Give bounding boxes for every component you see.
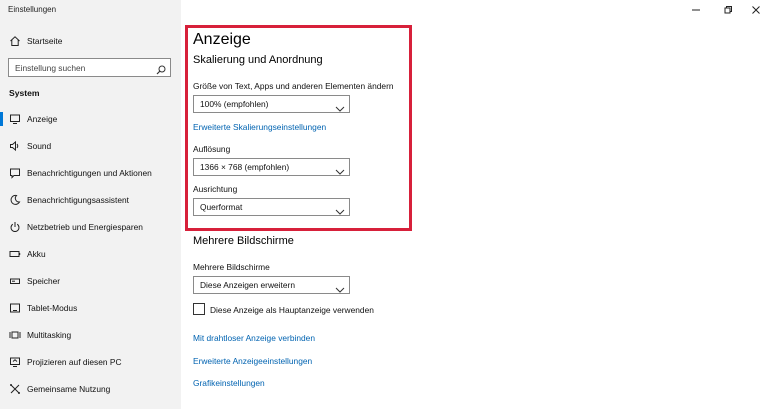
sidebar-item-focus-assist[interactable]: Benachrichtigungsassistent	[0, 189, 181, 211]
chevron-down-icon	[335, 100, 345, 118]
close-button[interactable]	[744, 3, 768, 17]
monitor-icon	[9, 113, 21, 125]
sidebar-item-sound[interactable]: Sound	[0, 135, 181, 157]
scaling-section-title: Skalierung und Anordnung	[193, 54, 323, 66]
main-display-checkbox[interactable]	[193, 303, 205, 315]
restore-icon	[723, 5, 733, 15]
multi-display-dropdown[interactable]: Diese Anzeigen erweitern	[193, 276, 350, 294]
orientation-value: Querformat	[200, 202, 243, 212]
multitasking-icon	[9, 329, 21, 341]
sidebar-item-label: Netzbetrieb und Energiesparen	[27, 222, 143, 232]
sidebar-item-tablet-mode[interactable]: Tablet-Modus	[0, 297, 181, 319]
speaker-icon	[9, 140, 21, 152]
multi-display-value: Diese Anzeigen erweitern	[200, 280, 295, 290]
multi-display-section-title: Mehrere Bildschirme	[193, 235, 294, 247]
sidebar-item-label: Anzeige	[27, 114, 58, 124]
resolution-value: 1366 × 768 (empfohlen)	[200, 162, 290, 172]
graphics-settings-link[interactable]: Grafikeinstellungen	[193, 378, 265, 388]
minimize-icon	[691, 5, 701, 15]
scale-value: 100% (empfohlen)	[200, 99, 269, 109]
scale-label: Größe von Text, Apps und anderen Element…	[193, 81, 394, 91]
sidebar-item-label: Multitasking	[27, 330, 72, 340]
sidebar: Einstellungen Startseite Einstellung suc…	[0, 0, 181, 409]
sidebar-item-home[interactable]: Startseite	[0, 30, 181, 52]
sidebar-item-label: Benachrichtigungsassistent	[27, 195, 129, 205]
sidebar-item-label: Speicher	[27, 276, 61, 286]
sidebar-item-power[interactable]: Netzbetrieb und Energiesparen	[0, 216, 181, 238]
sidebar-item-label: Projizieren auf diesen PC	[27, 357, 122, 367]
sidebar-item-multitasking[interactable]: Multitasking	[0, 324, 181, 346]
multi-display-label: Mehrere Bildschirme	[193, 262, 270, 272]
sidebar-item-label: Akku	[27, 249, 46, 259]
restore-button[interactable]	[716, 3, 740, 17]
advanced-scaling-link[interactable]: Erweiterte Skalierungseinstellungen	[193, 122, 326, 132]
project-icon	[9, 356, 21, 368]
sidebar-section-title: System	[9, 88, 40, 98]
sidebar-item-anzeige[interactable]: Anzeige	[0, 108, 181, 130]
moon-icon	[9, 194, 21, 206]
wireless-display-link[interactable]: Mit drahtloser Anzeige verbinden	[193, 333, 315, 343]
main-display-checkbox-label: Diese Anzeige als Hauptanzeige verwenden	[210, 305, 374, 315]
sidebar-item-sharing[interactable]: Gemeinsame Nutzung	[0, 378, 181, 400]
sidebar-item-project[interactable]: Projizieren auf diesen PC	[0, 351, 181, 373]
sidebar-item-label: Gemeinsame Nutzung	[27, 384, 111, 394]
sidebar-item-label: Benachrichtigungen und Aktionen	[27, 168, 152, 178]
chevron-down-icon	[335, 281, 345, 299]
sidebar-item-label: Tablet-Modus	[27, 303, 78, 313]
advanced-display-settings-link[interactable]: Erweiterte Anzeigeeinstellungen	[193, 356, 312, 366]
sidebar-item-battery[interactable]: Akku	[0, 243, 181, 265]
home-icon	[9, 35, 21, 47]
search-icon[interactable]	[156, 62, 166, 80]
share-icon	[9, 383, 21, 395]
sidebar-item-storage[interactable]: Speicher	[0, 270, 181, 292]
close-icon	[751, 5, 761, 15]
search-placeholder: Einstellung suchen	[15, 63, 86, 73]
page-title: Anzeige	[193, 31, 251, 48]
app-title: Einstellungen	[8, 5, 57, 14]
resolution-label: Auflösung	[193, 144, 231, 154]
sidebar-item-label: Sound	[27, 141, 52, 151]
sidebar-item-label: Startseite	[27, 36, 63, 46]
resolution-dropdown[interactable]: 1366 × 768 (empfohlen)	[193, 158, 350, 176]
sidebar-item-notifications[interactable]: Benachrichtigungen und Aktionen	[0, 162, 181, 184]
power-icon	[9, 221, 21, 233]
search-input[interactable]: Einstellung suchen	[8, 58, 171, 77]
notification-icon	[9, 167, 21, 179]
storage-icon	[9, 275, 21, 287]
orientation-label: Ausrichtung	[193, 184, 238, 194]
battery-icon	[9, 248, 21, 260]
chevron-down-icon	[335, 163, 345, 181]
chevron-down-icon	[335, 203, 345, 221]
tablet-icon	[9, 302, 21, 314]
orientation-dropdown[interactable]: Querformat	[193, 198, 350, 216]
scale-dropdown[interactable]: 100% (empfohlen)	[193, 95, 350, 113]
minimize-button[interactable]	[684, 3, 708, 17]
